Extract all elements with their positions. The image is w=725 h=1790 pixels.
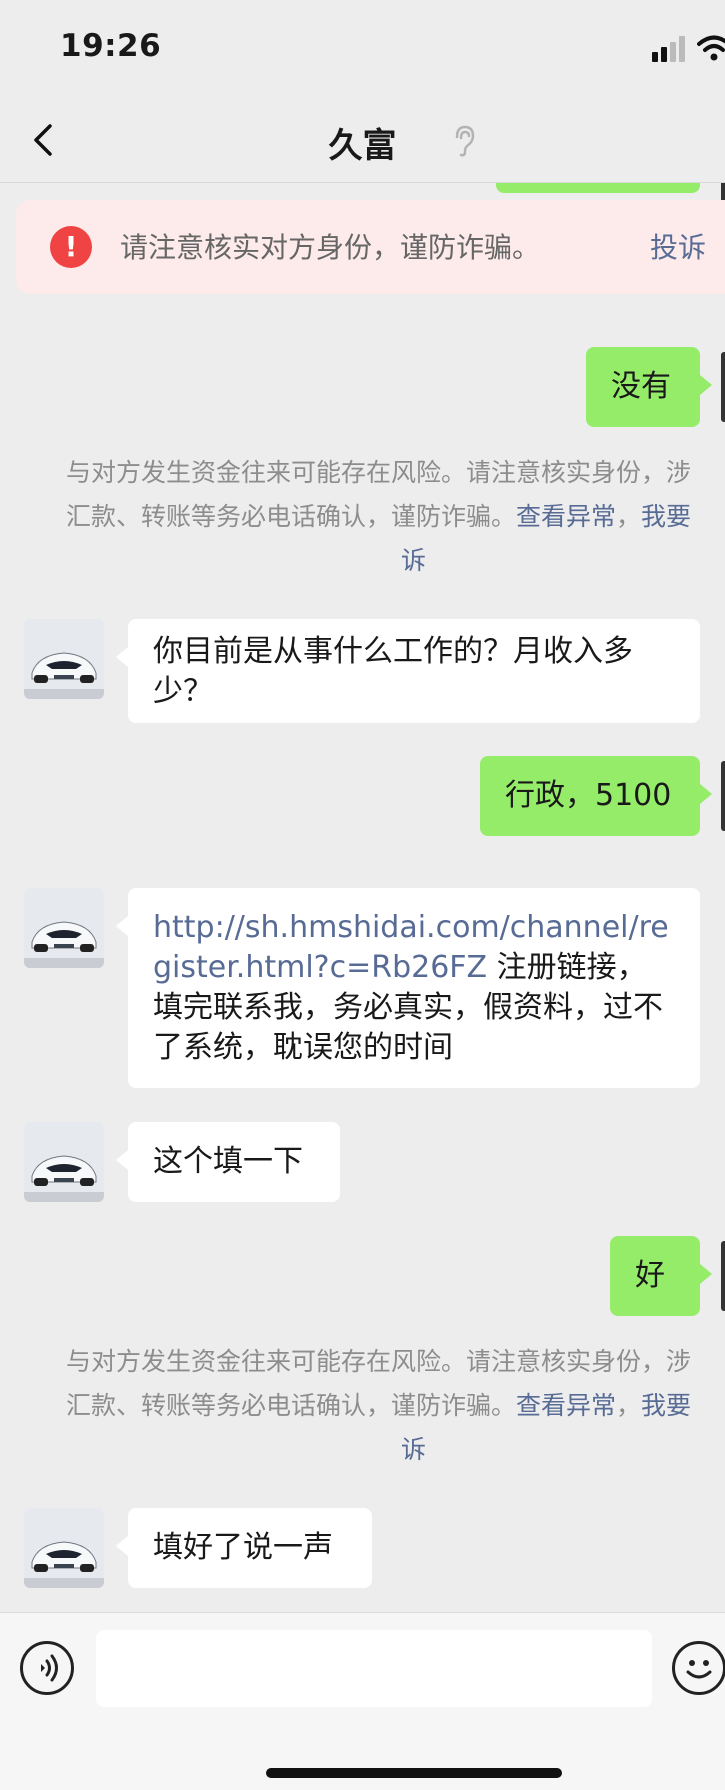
- report-link[interactable]: 我要: [641, 502, 691, 531]
- risk-notice-line2-text: 汇款、转账等务必电话确认，谨防诈骗。: [66, 1391, 517, 1420]
- message-text: 没有: [611, 369, 671, 404]
- risk-notice: 与对方发生资金往来可能存在风险。请注意核实身份，涉 汇款、转账等务必电话确认，谨…: [66, 451, 725, 583]
- report-link[interactable]: 我要: [641, 1391, 691, 1420]
- view-abnormal-link[interactable]: 查看异常: [516, 1391, 616, 1420]
- risk-notice-line1: 与对方发生资金往来可能存在风险。请注意核实身份，涉: [66, 458, 692, 487]
- message-input[interactable]: [96, 1630, 652, 1707]
- message-text: 好: [635, 1258, 665, 1293]
- message-input-bar: [0, 1612, 725, 1790]
- message-text: 这个填一下: [153, 1144, 303, 1179]
- car-avatar-image: [24, 1508, 104, 1588]
- self-avatar-edge: [721, 761, 725, 831]
- outgoing-message[interactable]: 没有: [586, 347, 712, 427]
- incoming-message[interactable]: 你目前是从事什么工作的？月收入多少？: [116, 619, 700, 723]
- message-text: 填好了说一声: [153, 1530, 333, 1565]
- ear-off-icon: [455, 125, 475, 157]
- fraud-warning-banner: ! 请注意核实对方身份，谨防诈骗。 投诉: [16, 200, 725, 294]
- risk-notice-line2: 汇款、转账等务必电话确认，谨防诈骗。查看异常，我要: [66, 1384, 725, 1428]
- report-link-continued[interactable]: 诉: [66, 1428, 725, 1472]
- risk-notice-line2: 汇款、转账等务必电话确认，谨防诈骗。查看异常，我要: [66, 495, 725, 539]
- emoji-icon[interactable]: [672, 1641, 725, 1695]
- status-time: 19:26: [60, 28, 162, 64]
- status-bar: 19:26: [0, 0, 725, 100]
- signal-icon: [652, 36, 685, 62]
- risk-notice-line2-text: 汇款、转账等务必电话确认，谨防诈骗。: [66, 502, 517, 531]
- separator: ，: [616, 1391, 642, 1420]
- message-text: 行政，5100: [505, 778, 672, 813]
- car-avatar-image: [24, 619, 104, 699]
- contact-avatar[interactable]: [24, 1122, 104, 1202]
- risk-notice: 与对方发生资金往来可能存在风险。请注意核实身份，涉 汇款、转账等务必电话确认，谨…: [66, 1340, 725, 1472]
- self-avatar-edge: [721, 352, 725, 422]
- home-indicator[interactable]: [266, 1768, 562, 1778]
- chat-title: 久富: [328, 126, 397, 166]
- voice-icon-glyph: [41, 1654, 58, 1682]
- complain-button[interactable]: 投诉: [650, 226, 706, 266]
- warning-text: 请注意核实对方身份，谨防诈骗。: [120, 231, 541, 264]
- wifi-icon: [697, 35, 725, 61]
- contact-avatar[interactable]: [24, 619, 104, 699]
- alert-icon: !: [50, 226, 92, 268]
- chat-message-list[interactable]: 没有 与对方发生资金往来可能存在风险。请注意核实身份，涉 汇款、转账等务必电话确…: [0, 183, 725, 1612]
- car-avatar-image: [24, 1122, 104, 1202]
- outgoing-message[interactable]: 好: [610, 1236, 712, 1316]
- outgoing-message[interactable]: 行政，5100: [480, 756, 712, 836]
- chat-header: 久富: [0, 100, 725, 183]
- contact-avatar[interactable]: [24, 1508, 104, 1588]
- report-link-continued[interactable]: 诉: [66, 539, 725, 583]
- emoji-icon-glyph: [686, 1660, 712, 1679]
- risk-notice-line1: 与对方发生资金往来可能存在风险。请注意核实身份，涉: [66, 1347, 692, 1376]
- view-abnormal-link[interactable]: 查看异常: [516, 502, 616, 531]
- incoming-message[interactable]: 这个填一下: [116, 1122, 340, 1202]
- separator: ，: [616, 502, 642, 531]
- self-avatar-edge: [721, 1241, 725, 1311]
- voice-icon[interactable]: [20, 1641, 74, 1695]
- incoming-message[interactable]: http://sh.hmshidai.com/channel/register.…: [116, 888, 700, 1088]
- partial-outgoing-bubble: [496, 183, 700, 193]
- car-avatar-image: [24, 888, 104, 968]
- contact-avatar[interactable]: [24, 888, 104, 968]
- message-text: 你目前是从事什么工作的？月收入多少？: [153, 634, 633, 709]
- incoming-message[interactable]: 填好了说一声: [116, 1508, 372, 1588]
